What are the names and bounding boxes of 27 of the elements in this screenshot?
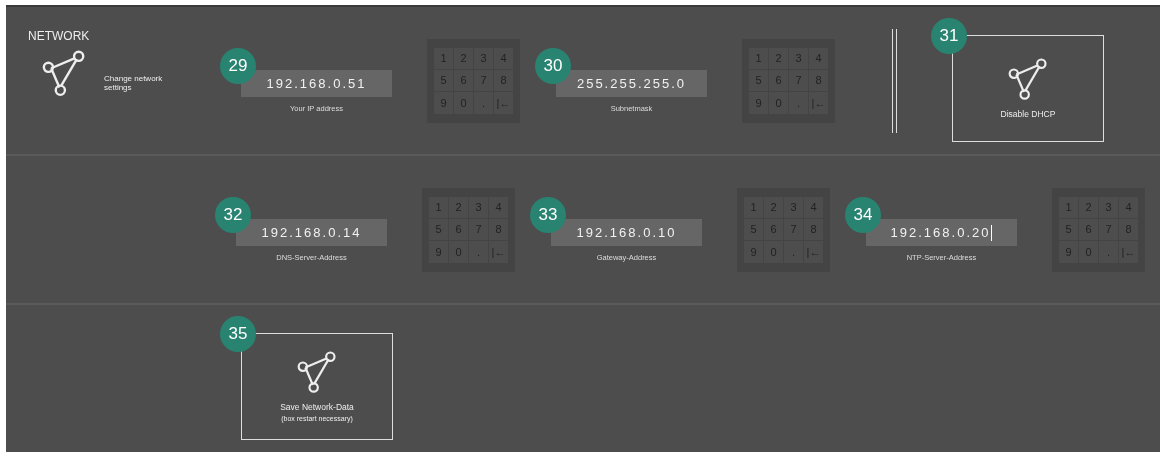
network-icon — [42, 49, 86, 97]
number-badge: 33 — [530, 197, 566, 233]
keypad-key[interactable]: |← — [804, 241, 823, 263]
keypad-key[interactable]: |← — [1119, 241, 1138, 263]
number-badge: 29 — [220, 48, 256, 84]
number-badge: 31 — [931, 17, 967, 54]
keypad-key[interactable]: |← — [809, 92, 828, 114]
ip-input-field[interactable]: 192.168.0.51 — [241, 70, 392, 97]
keypad-key[interactable]: . — [784, 241, 803, 263]
section-description: Change network settings — [104, 73, 164, 92]
number-badge: 32 — [215, 197, 251, 233]
keypad-key[interactable]: . — [474, 92, 493, 114]
keypad-key[interactable]: |← — [494, 92, 513, 114]
keypad-key[interactable]: . — [1099, 241, 1118, 263]
ip-input-field[interactable]: 192.168.0.14 — [236, 219, 387, 246]
number-badge: 35 — [220, 315, 256, 352]
keypad-key[interactable]: . — [789, 92, 808, 114]
ip-input-field[interactable]: 192.168.0.20 — [866, 219, 1017, 246]
network-icon — [297, 350, 337, 394]
keypad-key[interactable]: . — [469, 241, 488, 263]
section-title: NETWORK — [28, 29, 91, 43]
network-icon — [1008, 57, 1048, 101]
ip-input-field[interactable]: 192.168.0.10 — [551, 219, 702, 246]
number-badge: 30 — [535, 48, 571, 84]
keypad-key[interactable]: |← — [489, 241, 508, 263]
ip-input-field[interactable]: 255.255.255.0 — [556, 70, 707, 97]
number-badge: 34 — [845, 197, 881, 233]
